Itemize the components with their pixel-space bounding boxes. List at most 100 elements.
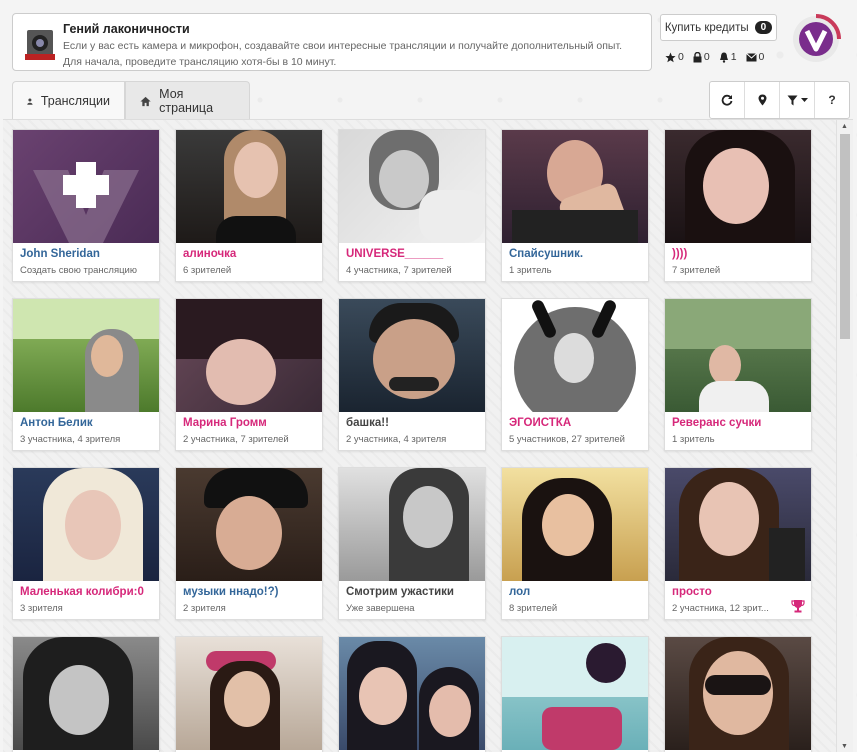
broadcast-thumbnail bbox=[176, 637, 322, 750]
refresh-icon bbox=[721, 94, 733, 106]
broadcast-thumbnail bbox=[339, 299, 485, 412]
lock-icon bbox=[693, 51, 702, 62]
card-name[interactable]: Антон Белик bbox=[20, 417, 93, 429]
broadcast-card[interactable] bbox=[338, 636, 486, 752]
broadcast-thumbnail bbox=[339, 130, 485, 243]
credits-count-badge: 0 bbox=[754, 21, 773, 34]
card-subtitle: 6 зрителей bbox=[183, 265, 232, 276]
broadcast-card[interactable]: лол 8 зрителей bbox=[501, 467, 649, 620]
card-subtitle: 2 участника, 4 зрителя bbox=[346, 434, 447, 445]
stars-stat[interactable]: 0 bbox=[665, 51, 684, 63]
achievement-notice: Гений лаконичности Если у вас есть камер… bbox=[12, 13, 652, 71]
broadcast-card[interactable] bbox=[501, 636, 649, 752]
broadcast-card[interactable]: просто 2 участника, 12 зрит... bbox=[664, 467, 812, 620]
vertical-scrollbar[interactable]: ▲ ▼ bbox=[836, 120, 853, 752]
card-subtitle: 3 участника, 4 зрителя bbox=[20, 434, 121, 445]
card-name[interactable]: UNIVERSE______ bbox=[346, 248, 443, 260]
card-subtitle: 4 участника, 7 зрителей bbox=[346, 265, 452, 276]
broadcast-card[interactable]: UNIVERSE______ 4 участника, 7 зрителей bbox=[338, 129, 486, 282]
card-subtitle: Создать свою трансляцию bbox=[20, 265, 137, 276]
broadcast-thumbnail bbox=[13, 637, 159, 750]
broadcast-card[interactable]: Реверанс сучки 1 зритель bbox=[664, 298, 812, 451]
trophy-icon bbox=[791, 600, 805, 613]
broadcast-card[interactable]: )))) 7 зрителей bbox=[664, 129, 812, 282]
buy-credits-label: Купить кредиты bbox=[664, 21, 749, 34]
card-subtitle: 1 зритель bbox=[509, 265, 552, 276]
broadcast-thumbnail bbox=[665, 299, 811, 412]
filter-dropdown[interactable] bbox=[779, 82, 814, 118]
card-name[interactable]: )))) bbox=[672, 248, 687, 260]
broadcast-card[interactable]: Маленькая колибри:0 3 зрителя bbox=[12, 467, 160, 620]
broadcast-thumbnail bbox=[176, 468, 322, 581]
card-subtitle: Уже завершена bbox=[346, 603, 415, 614]
tab-my-page[interactable]: Моя страница bbox=[125, 81, 250, 120]
star-icon bbox=[665, 52, 676, 62]
card-name[interactable]: просто bbox=[672, 586, 712, 598]
locks-stat[interactable]: 0 bbox=[693, 51, 710, 63]
broadcast-card[interactable] bbox=[664, 636, 812, 752]
broadcast-thumbnail bbox=[176, 299, 322, 412]
scroll-down-arrow-icon[interactable]: ▼ bbox=[841, 743, 848, 750]
broadcast-thumbnail bbox=[502, 299, 648, 412]
buy-credits-button[interactable]: Купить кредиты 0 bbox=[660, 14, 777, 41]
card-subtitle: 8 зрителей bbox=[509, 603, 558, 614]
broadcast-card[interactable]: Марина Громм 2 участника, 7 зрителей bbox=[175, 298, 323, 451]
broadcast-thumbnail bbox=[13, 468, 159, 581]
tab-broadcasts[interactable]: Трансляции bbox=[12, 81, 125, 120]
user-icon bbox=[27, 98, 33, 105]
card-name[interactable]: музыки ннадо!?) bbox=[183, 586, 278, 598]
achievement-text: Если у вас есть камера и микрофон, созда… bbox=[63, 40, 623, 68]
card-subtitle: 3 зрителя bbox=[20, 603, 63, 614]
toolbar: ? bbox=[709, 81, 850, 119]
broadcast-thumbnail bbox=[176, 130, 322, 243]
camera-icon bbox=[25, 30, 55, 60]
card-name[interactable]: John Sheridan bbox=[20, 248, 100, 260]
main-tabs: Трансляции Моя страница bbox=[12, 81, 250, 120]
card-subtitle: 2 зрителя bbox=[183, 603, 226, 614]
broadcast-grid-area: John Sheridan Создать свою трансляцию ал… bbox=[3, 119, 853, 752]
broadcast-card[interactable]: Антон Белик 3 участника, 4 зрителя bbox=[12, 298, 160, 451]
card-subtitle: 5 участников, 27 зрителей bbox=[509, 434, 625, 445]
broadcast-thumbnail bbox=[665, 468, 811, 581]
broadcast-thumbnail bbox=[502, 637, 648, 750]
card-name[interactable]: Смотрим ужастики bbox=[346, 586, 454, 598]
card-name[interactable]: Спайсушник. bbox=[509, 248, 583, 260]
map-marker-icon bbox=[758, 94, 766, 106]
card-name[interactable]: Марина Громм bbox=[183, 417, 267, 429]
notifications-stat[interactable]: 1 bbox=[719, 51, 737, 63]
broadcast-card[interactable]: Смотрим ужастики Уже завершена bbox=[338, 467, 486, 620]
card-name[interactable]: ЭГОИСТКА bbox=[509, 417, 571, 429]
location-button[interactable] bbox=[744, 82, 779, 118]
broadcast-thumbnail bbox=[502, 130, 648, 243]
help-button[interactable]: ? bbox=[814, 82, 849, 118]
caret-down-icon bbox=[800, 97, 808, 102]
scrollbar-thumb[interactable] bbox=[840, 134, 850, 339]
home-icon bbox=[140, 96, 151, 106]
user-stats: 0 0 1 0 bbox=[665, 51, 764, 63]
broadcast-thumbnail bbox=[13, 299, 159, 412]
refresh-button[interactable] bbox=[710, 82, 744, 118]
messages-stat[interactable]: 0 bbox=[745, 51, 764, 63]
card-name[interactable]: башка!! bbox=[346, 417, 389, 429]
bell-icon bbox=[719, 52, 728, 63]
broadcast-card[interactable]: ЭГОИСТКА 5 участников, 27 зрителей bbox=[501, 298, 649, 451]
app-logo[interactable] bbox=[791, 14, 841, 64]
card-name[interactable]: алиночка bbox=[183, 248, 236, 260]
card-name[interactable]: Реверанс сучки bbox=[672, 417, 761, 429]
card-name[interactable]: лол bbox=[509, 586, 530, 598]
scroll-up-arrow-icon[interactable]: ▲ bbox=[841, 123, 848, 130]
broadcast-thumbnail bbox=[502, 468, 648, 581]
broadcast-thumbnail bbox=[665, 637, 811, 750]
card-name[interactable]: Маленькая колибри:0 bbox=[20, 586, 144, 598]
card-subtitle: 7 зрителей bbox=[672, 265, 721, 276]
filter-icon bbox=[787, 95, 797, 105]
broadcast-card[interactable]: Спайсушник. 1 зритель bbox=[501, 129, 649, 282]
broadcast-card[interactable]: башка!! 2 участника, 4 зрителя bbox=[338, 298, 486, 451]
v-logo-icon bbox=[33, 162, 139, 243]
broadcast-card[interactable]: John Sheridan Создать свою трансляцию bbox=[12, 129, 160, 282]
broadcast-card[interactable] bbox=[175, 636, 323, 752]
broadcast-card[interactable]: алиночка 6 зрителей bbox=[175, 129, 323, 282]
broadcast-card[interactable]: музыки ннадо!?) 2 зрителя bbox=[175, 467, 323, 620]
envelope-icon bbox=[745, 52, 757, 61]
broadcast-card[interactable] bbox=[12, 636, 160, 752]
